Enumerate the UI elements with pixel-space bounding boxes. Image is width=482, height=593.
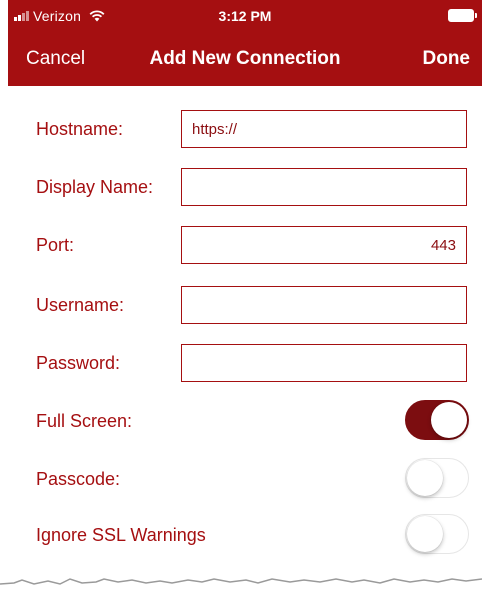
password-row: Password:: [8, 334, 482, 392]
torn-edge: [0, 578, 482, 593]
username-row: Username:: [8, 276, 482, 334]
username-label: Username:: [36, 294, 125, 315]
screen: Verizon 3:12 PM Cancel Add New Connectio…: [0, 0, 482, 593]
display-name-label: Display Name:: [36, 176, 154, 197]
ignore-ssl-toggle[interactable]: [405, 514, 469, 554]
hostname-label: Hostname:: [36, 118, 124, 139]
status-bar: Verizon 3:12 PM: [8, 0, 482, 34]
connection-form: Hostname: Display Name: Port: Username: …: [8, 86, 482, 578]
battery-icon: [448, 9, 477, 22]
port-row: Port:: [8, 216, 482, 274]
toggle-knob: [407, 460, 443, 496]
display-name-row: Display Name:: [8, 158, 482, 216]
full-screen-row: Full Screen:: [8, 392, 482, 450]
passcode-toggle[interactable]: [405, 458, 469, 498]
passcode-row: Passcode:: [8, 450, 482, 508]
toggle-knob: [407, 516, 443, 552]
full-screen-label: Full Screen:: [36, 410, 133, 431]
port-field[interactable]: [181, 226, 467, 264]
ignore-ssl-label: Ignore SSL Warnings: [36, 524, 206, 545]
done-button[interactable]: Done: [423, 48, 471, 70]
display-name-field[interactable]: [181, 168, 467, 206]
port-label: Port:: [36, 234, 75, 255]
ignore-ssl-row: Ignore SSL Warnings: [8, 506, 482, 564]
password-label: Password:: [36, 352, 121, 373]
toggle-knob: [431, 402, 467, 438]
status-time: 3:12 PM: [218, 8, 272, 24]
nav-bar: Cancel Add New Connection Done: [8, 34, 482, 86]
cancel-button[interactable]: Cancel: [26, 48, 85, 70]
username-field[interactable]: [181, 286, 467, 324]
passcode-label: Passcode:: [36, 468, 121, 489]
full-screen-toggle[interactable]: [405, 400, 469, 440]
hostname-field[interactable]: [181, 110, 467, 148]
header: Verizon 3:12 PM Cancel Add New Connectio…: [8, 0, 482, 86]
password-field[interactable]: [181, 344, 467, 382]
hostname-row: Hostname:: [8, 100, 482, 158]
